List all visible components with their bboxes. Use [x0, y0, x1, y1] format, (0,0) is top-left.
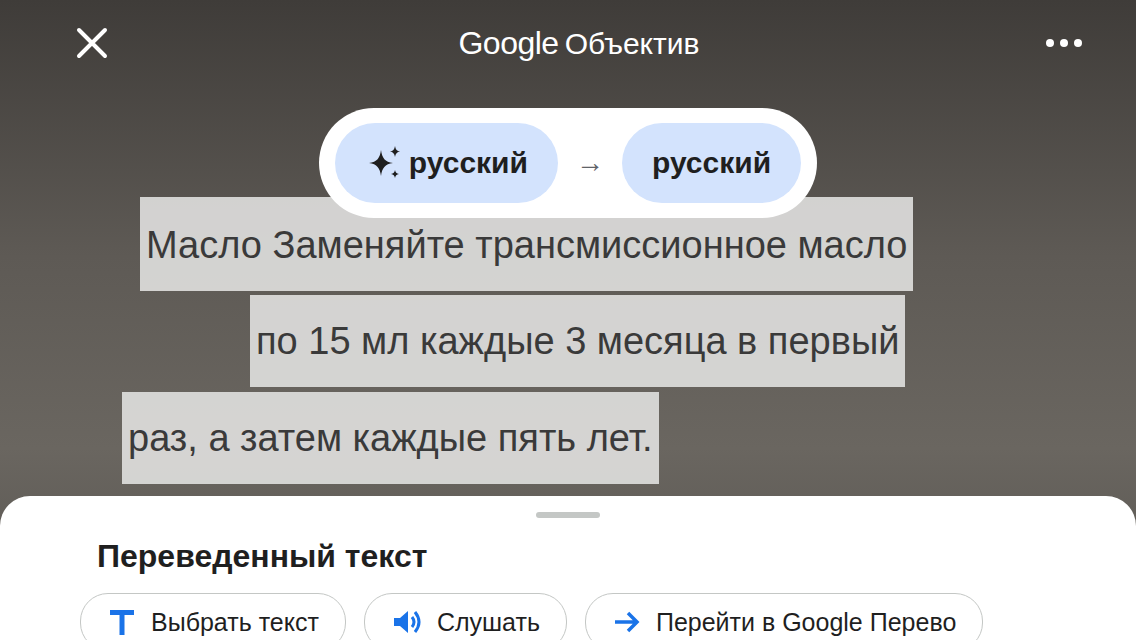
- action-chip[interactable]: Слушать: [364, 593, 567, 640]
- camera-photo: GoogleОбъективрусский→русскийМасло Замен…: [0, 0, 1136, 496]
- direction-arrow: →: [576, 147, 604, 179]
- bottom-sheet: Переведенный текст Выбрать текст Слушать Пе…: [0, 496, 1136, 640]
- action-chip[interactable]: Выбрать текст: [80, 593, 346, 640]
- action-chips: Выбрать текст Слушать Перейти в Google Пер…: [0, 593, 1088, 640]
- sheet-title: Переведенный текст: [97, 538, 1136, 575]
- text-select-icon: [107, 607, 137, 637]
- drag-handle[interactable]: [536, 512, 600, 518]
- chip-label: Слушать: [437, 608, 540, 637]
- speaker-icon: [391, 607, 423, 637]
- action-chip[interactable]: Перейти в Google Перево: [585, 593, 983, 640]
- target-language-button[interactable]: русский: [622, 123, 801, 203]
- close-icon[interactable]: [74, 25, 110, 61]
- translated-text-line[interactable]: раз, а затем каждые пять лет.: [122, 392, 659, 484]
- arrow-forward-icon: [612, 607, 642, 637]
- source-language-button[interactable]: русский: [335, 123, 558, 203]
- language-selector: русский → русский: [319, 108, 817, 218]
- sparkle-icon: [365, 144, 403, 182]
- chip-label: Выбрать текст: [151, 608, 319, 637]
- top-bar: GoogleОбъектив: [0, 0, 1136, 86]
- translated-text-line[interactable]: по 15 мл каждые 3 месяца в первый: [250, 295, 905, 387]
- chip-label: Перейти в Google Перево: [656, 608, 956, 637]
- target-language: русский: [652, 146, 771, 180]
- app-title: GoogleОбъектив: [458, 25, 699, 62]
- source-language: русский: [409, 146, 528, 180]
- title-text: Объектив: [565, 27, 700, 61]
- brand-logo: Google: [458, 25, 558, 62]
- lens-screen: GoogleОбъективрусский→русскийМасло Замен…: [0, 0, 1136, 640]
- more-menu-icon[interactable]: [1044, 37, 1084, 49]
